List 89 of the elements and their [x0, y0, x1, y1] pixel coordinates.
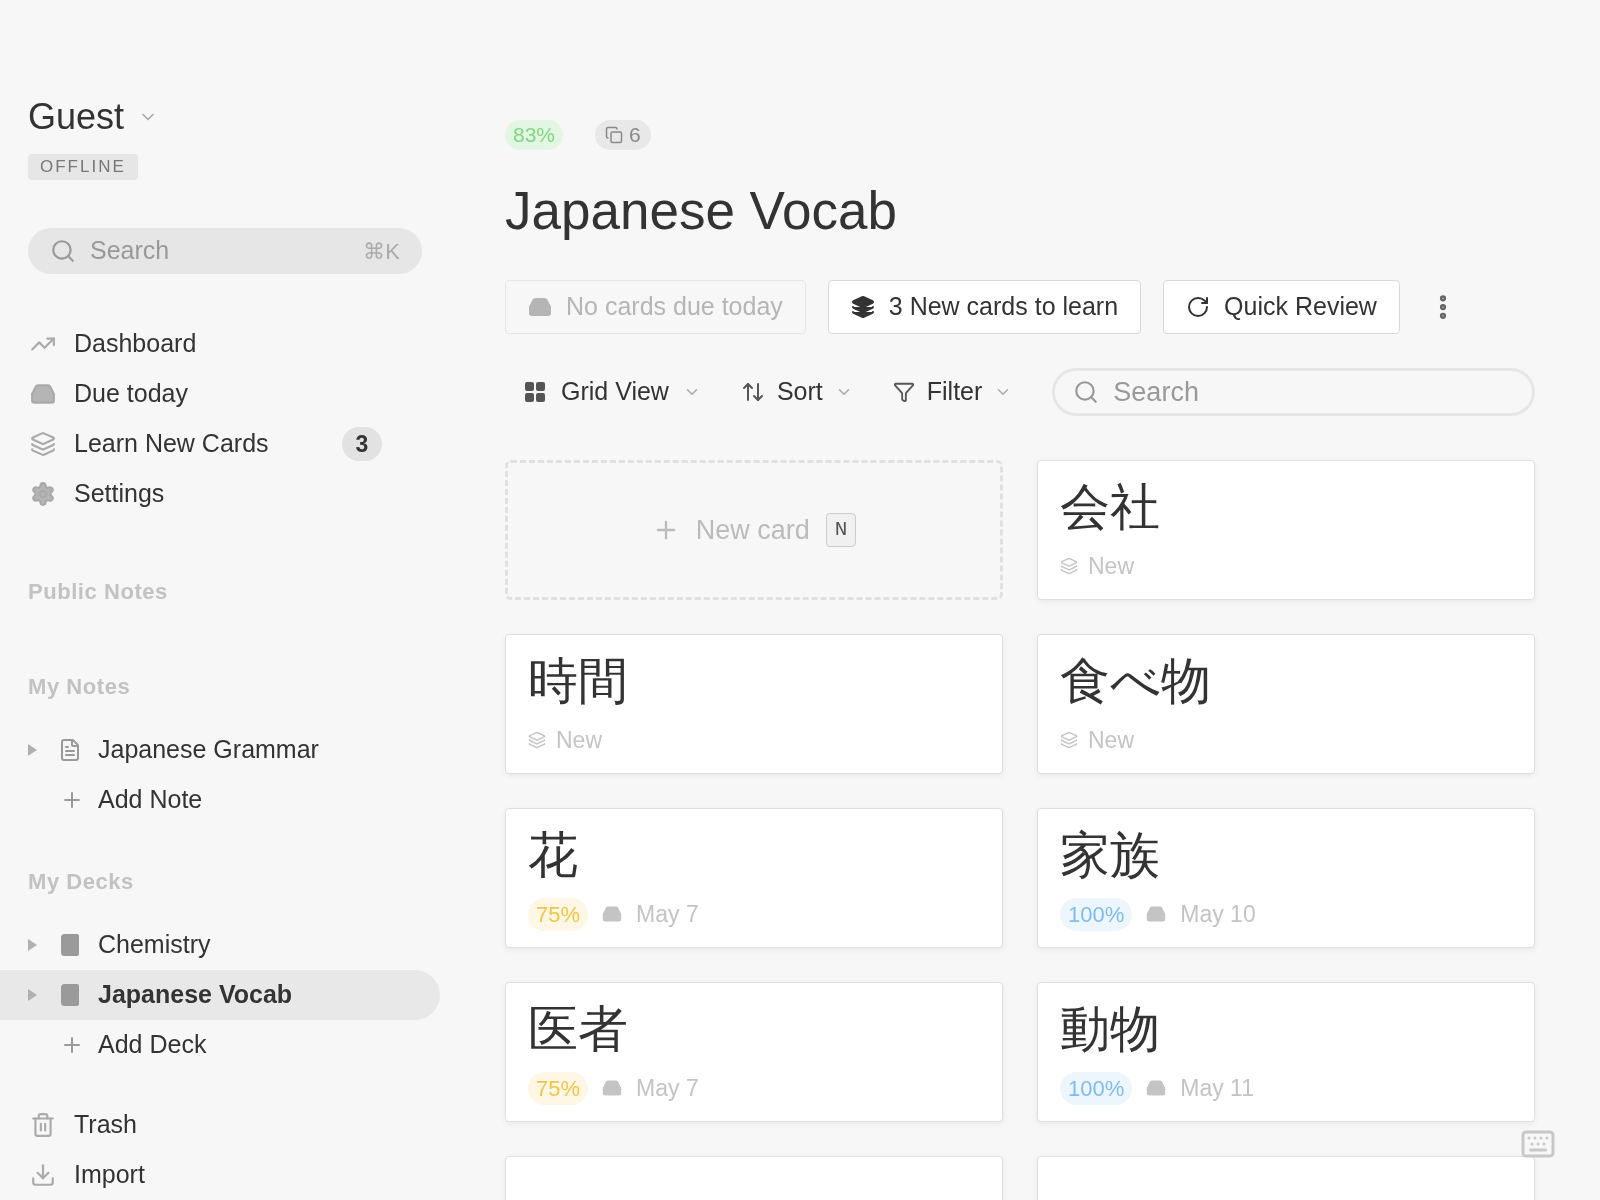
- card-front-text: 食べ物: [1060, 651, 1212, 712]
- due-date: May 7: [636, 1074, 699, 1103]
- refresh-icon: [1186, 295, 1211, 319]
- flashcard[interactable]: 時間 New: [505, 634, 1003, 774]
- due-date: May 10: [1180, 900, 1256, 929]
- nav-item[interactable]: Learn New Cards 3: [0, 419, 412, 469]
- inbox-icon: [1146, 904, 1167, 925]
- trash-icon: [30, 1112, 56, 1138]
- action-button[interactable]: 3 New cards to learn: [827, 280, 1142, 334]
- nav-label: Trash: [74, 1109, 137, 1141]
- caret-icon[interactable]: [26, 743, 38, 757]
- search-icon: [50, 238, 76, 264]
- inbox-icon: [528, 295, 552, 319]
- nav-label: Due today: [74, 378, 189, 410]
- search-input[interactable]: Search: [1113, 371, 1514, 413]
- document-icon: [58, 738, 82, 762]
- tree-item-label: Japanese Vocab: [98, 979, 293, 1011]
- nav-label: Dashboard: [74, 328, 198, 360]
- new-card-button[interactable]: New card N: [505, 460, 1003, 600]
- due-date: May 11: [1180, 1074, 1254, 1103]
- nav-item[interactable]: Due today: [0, 369, 412, 419]
- layers-icon: [528, 731, 546, 750]
- grid-icon: [523, 380, 547, 404]
- download-icon: [30, 1162, 56, 1188]
- count-badge: 3: [342, 427, 382, 461]
- nav-item[interactable]: Import: [0, 1150, 450, 1200]
- shortcut-hint: ⌘K: [363, 237, 400, 266]
- score-badge: 83%: [505, 120, 564, 150]
- shortcut-key: N: [825, 513, 857, 547]
- search-input[interactable]: Search: [90, 232, 364, 270]
- add-item-button[interactable]: Add Deck: [60, 1026, 207, 1064]
- card-status: New: [1088, 552, 1134, 581]
- book-icon: [58, 933, 82, 957]
- flashcard[interactable]: 花 75% May 7: [505, 808, 1003, 948]
- flashcard[interactable]: 会社 New: [1037, 460, 1535, 600]
- layers-icon: [30, 431, 56, 457]
- page-title: Japanese Vocab: [505, 180, 898, 242]
- card-front-text: 医者: [528, 999, 629, 1060]
- caret-icon[interactable]: [26, 988, 38, 1002]
- nav-label: Import: [74, 1159, 145, 1191]
- caret-icon[interactable]: [26, 938, 38, 952]
- inbox-icon: [1146, 1078, 1167, 1099]
- flashcard[interactable]: 医者 75% May 7: [505, 982, 1003, 1122]
- user-name[interactable]: Guest: [28, 90, 125, 144]
- card-count-badge: 6: [595, 120, 651, 150]
- card-front-text: 花: [528, 825, 579, 886]
- score-badge: 75%: [528, 1071, 589, 1105]
- tree-item[interactable]: Chemistry: [0, 920, 440, 970]
- inbox-icon: [602, 904, 623, 925]
- flashcard[interactable]: 食べ物 New: [1037, 634, 1535, 774]
- filter-icon: [892, 381, 915, 403]
- tree-item-label: Japanese Grammar: [98, 734, 319, 766]
- tree-item[interactable]: Japanese Grammar: [0, 725, 440, 775]
- settings-icon: [30, 481, 56, 507]
- card-status: New: [556, 726, 602, 755]
- search-field[interactable]: Search: [1052, 368, 1535, 416]
- tree-item[interactable]: Japanese Vocab: [0, 970, 440, 1020]
- score-badge: 75%: [528, 897, 589, 931]
- sort-dropdown[interactable]: Sort: [740, 373, 853, 411]
- card-status: New: [1088, 726, 1134, 755]
- filter-dropdown[interactable]: Filter: [892, 373, 1013, 411]
- card-front-text: 会社: [1060, 477, 1161, 538]
- flashcard[interactable]: 家族 100% May 10: [1037, 808, 1535, 948]
- add-item-button[interactable]: Add Note: [60, 781, 203, 819]
- card-front-text: 家族: [1060, 825, 1161, 886]
- nav-label: Settings: [74, 478, 166, 510]
- tree-item-label: Chemistry: [98, 929, 211, 961]
- score-badge: 100%: [1060, 1071, 1133, 1105]
- search-icon: [1073, 379, 1100, 405]
- layers-icon: [850, 295, 875, 319]
- nav-item[interactable]: Trash: [0, 1100, 450, 1150]
- cards-icon: [605, 126, 624, 144]
- nav-item[interactable]: Settings: [0, 469, 412, 519]
- book-icon: [58, 983, 82, 1007]
- nav-item[interactable]: Dashboard: [0, 319, 412, 369]
- nav-label: Learn New Cards: [74, 428, 270, 460]
- flashcard[interactable]: 動物 100% May 11: [1037, 982, 1535, 1122]
- layers-icon: [1060, 731, 1078, 750]
- action-button[interactable]: Quick Review: [1163, 280, 1400, 334]
- status-badge: OFFLINE: [28, 154, 138, 180]
- due-date: May 7: [636, 900, 699, 929]
- score-badge: 100%: [1060, 897, 1133, 931]
- sort-icon: [740, 380, 765, 404]
- card-front-text: 動物: [1060, 999, 1161, 1060]
- card-front-text: 時間: [528, 651, 629, 712]
- inbox-icon: [602, 1078, 623, 1099]
- view-dropdown[interactable]: Grid View: [523, 373, 701, 411]
- layers-icon: [1060, 557, 1078, 576]
- inbox-icon: [30, 381, 56, 407]
